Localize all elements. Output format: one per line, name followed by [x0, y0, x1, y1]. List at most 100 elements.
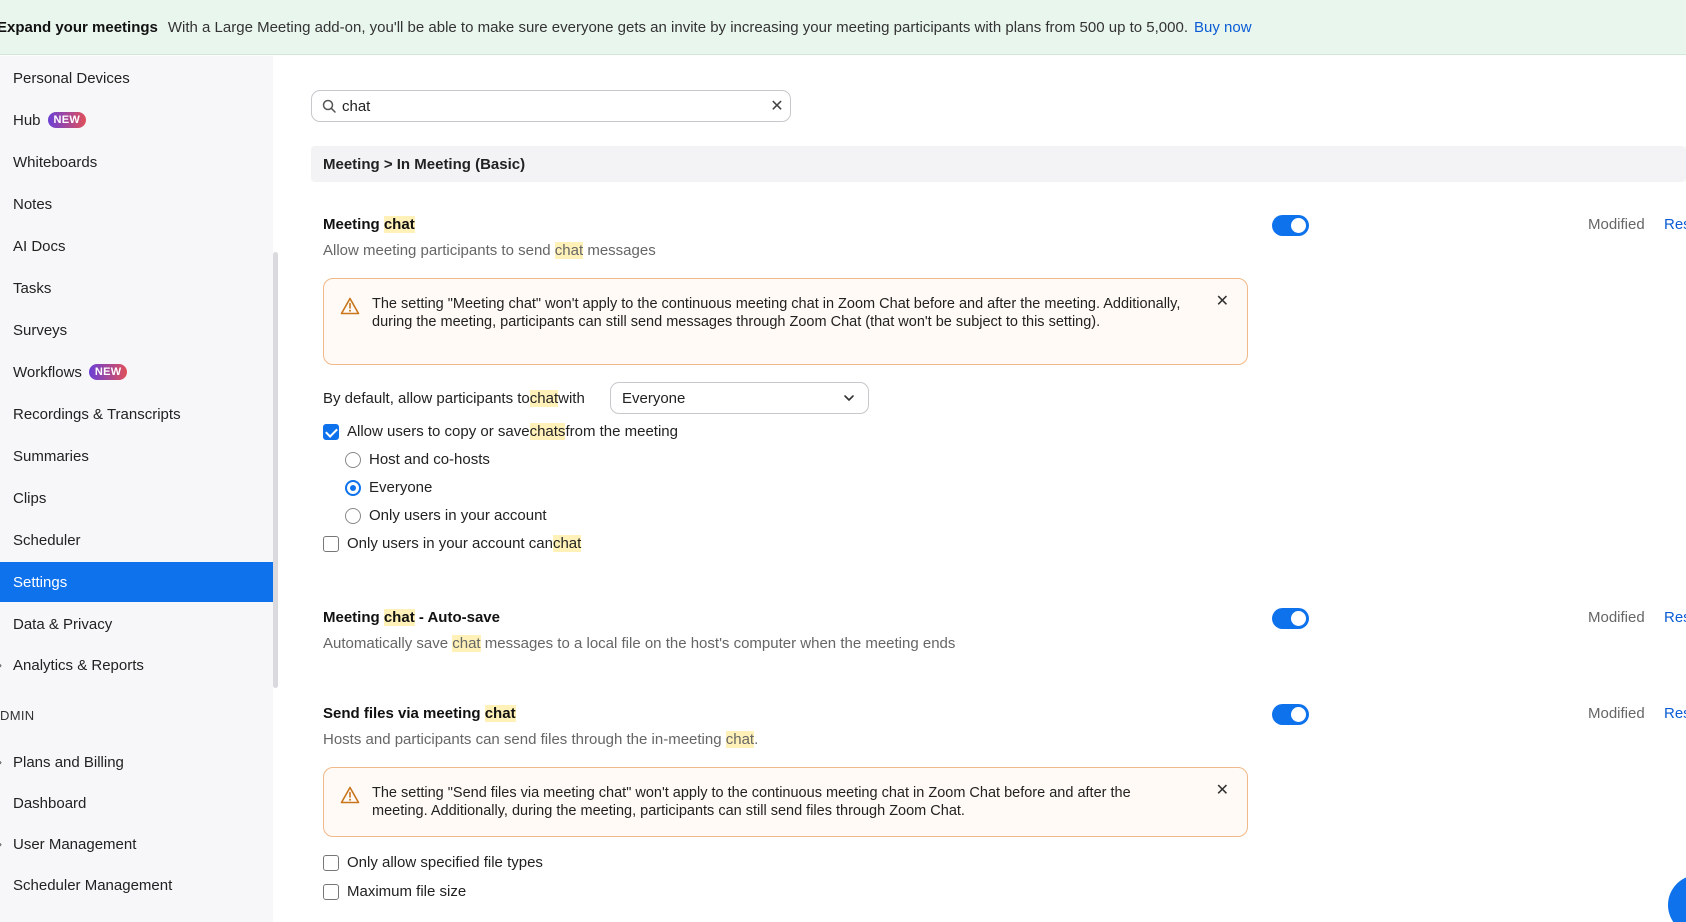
- sidebar-item-notes[interactable]: Notes: [0, 184, 273, 224]
- title-text: Send files via meeting: [323, 705, 485, 722]
- search-input[interactable]: [342, 97, 764, 115]
- specified-file-types-option[interactable]: Only allow specified file types: [323, 854, 543, 871]
- banner-text: With a Large Meeting add-on, you'll be a…: [167, 18, 1188, 36]
- sidebar-item-label: Analytics & Reports: [13, 656, 144, 674]
- sidebar-item-label: Surveys: [13, 321, 68, 339]
- sidebar-item-scheduler[interactable]: Scheduler: [0, 520, 273, 560]
- radio-only-account[interactable]: Only users in your account: [345, 507, 547, 524]
- sidebar-item-personal-devices[interactable]: Personal Devices: [0, 58, 273, 98]
- search-icon: [322, 99, 336, 113]
- search-highlight: chat: [552, 535, 582, 552]
- buy-now-link[interactable]: Buy now: [1194, 19, 1252, 36]
- warning-icon: [340, 786, 360, 804]
- only-account-chat-checkbox[interactable]: [323, 535, 339, 552]
- sidebar-item-label: Dashboard: [13, 794, 87, 812]
- sidebar-item-data-privacy[interactable]: Data & Privacy: [0, 604, 273, 644]
- sidebar-item-label: Scheduler Management: [13, 876, 173, 894]
- radio-button[interactable]: [345, 479, 361, 496]
- sidebar-item-plans-billing[interactable]: › Plans and Billing: [0, 742, 273, 782]
- sidebar-item-tasks[interactable]: Tasks: [0, 268, 273, 308]
- radio-label: Everyone: [369, 479, 433, 496]
- modified-label: Modified: [1588, 705, 1645, 722]
- sidebar-item-summaries[interactable]: Summaries: [0, 436, 273, 476]
- title-text: - Auto-save: [414, 609, 500, 626]
- sidebar: Personal Devices Hub NEW Whiteboards Note…: [0, 56, 273, 922]
- copy-save-chats-option[interactable]: Allow users to copy or save chats from t…: [323, 423, 678, 440]
- close-icon[interactable]: ✕: [1216, 782, 1229, 800]
- sidebar-item-label: Workflows: [13, 363, 82, 381]
- radio-everyone[interactable]: Everyone: [345, 479, 432, 496]
- sidebar-item-surveys[interactable]: Surveys: [0, 310, 273, 350]
- sidebar-item-scheduler-management[interactable]: Scheduler Management: [0, 865, 273, 905]
- max-file-size-checkbox[interactable]: [323, 883, 339, 900]
- search-highlight: chat: [725, 731, 755, 748]
- chat-with-select[interactable]: Everyone: [610, 382, 869, 414]
- help-chat-button[interactable]: [1668, 875, 1686, 922]
- sidebar-item-settings[interactable]: Settings: [0, 562, 273, 602]
- admin-section-label: DMIN: [0, 708, 35, 723]
- sidebar-item-label: Personal Devices: [13, 69, 130, 87]
- sidebar-item-label: Recordings & Transcripts: [13, 405, 181, 423]
- reset-link[interactable]: Res: [1664, 609, 1686, 626]
- search-highlight: chat: [554, 242, 584, 259]
- sidebar-item-label: Data & Privacy: [13, 615, 113, 633]
- send-files-description: Hosts and participants can send files th…: [323, 731, 758, 748]
- sidebar-item-dashboard[interactable]: Dashboard: [0, 783, 273, 823]
- send-files-toggle[interactable]: [1272, 704, 1309, 725]
- sidebar-item-recordings[interactable]: Recordings & Transcripts: [0, 394, 273, 434]
- sidebar-item-label: Settings: [13, 573, 68, 591]
- search-highlight: chat: [484, 705, 516, 722]
- row-text: By default, allow participants to: [323, 389, 530, 407]
- meeting-chat-description: Allow meeting participants to send chat …: [323, 242, 656, 259]
- select-value: Everyone: [622, 389, 686, 407]
- sidebar-item-clips[interactable]: Clips: [0, 478, 273, 518]
- section-breadcrumb: Meeting > In Meeting (Basic): [311, 146, 1686, 182]
- search-highlight: chat: [383, 609, 415, 626]
- desc-text: Allow meeting participants to send: [323, 242, 555, 259]
- reset-link[interactable]: Res: [1664, 216, 1686, 233]
- autosave-toggle[interactable]: [1272, 608, 1309, 629]
- sidebar-item-label: Tasks: [13, 279, 52, 297]
- sidebar-item-ai-docs[interactable]: AI Docs: [0, 226, 273, 266]
- sidebar-item-user-management[interactable]: › User Management: [0, 824, 273, 864]
- meeting-chat-title: Meeting chat: [323, 216, 415, 233]
- option-text: from the meeting: [565, 423, 678, 440]
- autosave-title: Meeting chat - Auto-save: [323, 609, 500, 626]
- sidebar-item-whiteboards[interactable]: Whiteboards: [0, 142, 273, 182]
- desc-text: Automatically save: [323, 635, 453, 652]
- radio-host-cohosts[interactable]: Host and co-hosts: [345, 451, 490, 468]
- new-badge: NEW: [47, 112, 87, 128]
- specified-file-types-checkbox[interactable]: [323, 854, 339, 871]
- new-badge: NEW: [88, 364, 128, 380]
- radio-label: Only users in your account: [369, 507, 547, 524]
- option-text: Allow users to copy or save: [347, 423, 530, 440]
- sidebar-item-analytics[interactable]: › Analytics & Reports: [0, 645, 273, 685]
- radio-label: Host and co-hosts: [369, 451, 490, 468]
- sidebar-item-hub[interactable]: Hub NEW: [0, 100, 273, 140]
- expand-arrow-icon: ›: [0, 755, 2, 769]
- desc-text: .: [754, 731, 759, 748]
- only-account-chat-option[interactable]: Only users in your account can chat: [323, 535, 582, 552]
- title-text: Meeting: [323, 216, 384, 233]
- copy-save-chats-checkbox[interactable]: [323, 423, 339, 440]
- sidebar-item-label: Notes: [13, 195, 53, 213]
- meeting-chat-toggle[interactable]: [1272, 215, 1309, 236]
- radio-button[interactable]: [345, 451, 361, 468]
- sidebar-item-workflows[interactable]: Workflows NEW: [0, 352, 273, 392]
- sidebar-item-label: Scheduler: [13, 531, 81, 549]
- reset-link[interactable]: Res: [1664, 705, 1686, 722]
- clear-search-icon[interactable]: ✕: [764, 96, 790, 116]
- option-text: Maximum file size: [347, 883, 467, 900]
- row-text: with: [558, 389, 585, 407]
- radio-button[interactable]: [345, 507, 361, 524]
- warning-text: The setting "Send files via meeting chat…: [372, 785, 1131, 819]
- desc-text: Hosts and participants can send files th…: [323, 731, 726, 748]
- desc-text: messages to a local file on the host's c…: [480, 635, 956, 652]
- sidebar-scrollbar[interactable]: [273, 252, 278, 688]
- max-file-size-option[interactable]: Maximum file size: [323, 883, 466, 900]
- sidebar-item-label: Whiteboards: [13, 153, 98, 171]
- sidebar-item-label: Plans and Billing: [13, 753, 124, 771]
- expand-arrow-icon: ›: [0, 837, 2, 851]
- close-icon[interactable]: ✕: [1216, 293, 1229, 311]
- chevron-down-icon: [844, 395, 854, 401]
